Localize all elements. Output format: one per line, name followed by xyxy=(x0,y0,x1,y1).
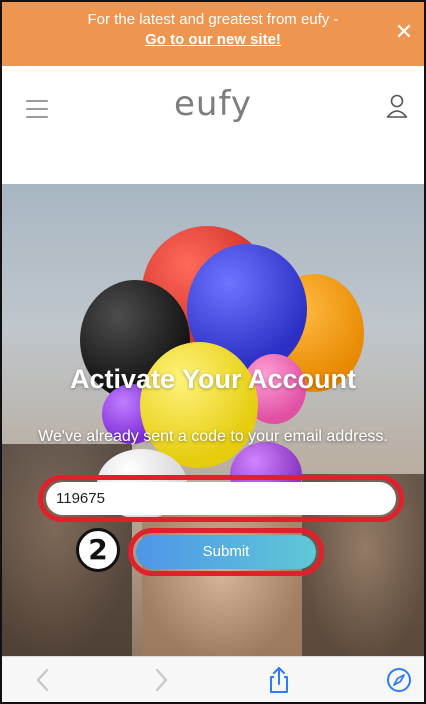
promo-banner: For the latest and greatest from eufy - … xyxy=(2,2,424,66)
forward-arrow-icon[interactable] xyxy=(146,665,176,695)
eufy-logo[interactable]: eufy xyxy=(2,84,424,124)
balloon-yellow xyxy=(140,342,258,468)
verification-code-input[interactable] xyxy=(46,482,396,515)
user-account-icon[interactable] xyxy=(386,94,408,118)
hero-section: Activate Your Account We've already sent… xyxy=(2,184,424,660)
new-site-link[interactable]: Go to our new site! xyxy=(2,30,424,50)
compass-icon[interactable] xyxy=(384,665,414,695)
page-title: Activate Your Account xyxy=(69,364,357,394)
phone-screen: For the latest and greatest from eufy - … xyxy=(0,0,426,704)
close-icon[interactable]: ✕ xyxy=(394,21,414,43)
step-number-badge: 2 xyxy=(76,528,120,572)
submit-button[interactable]: Submit xyxy=(136,535,316,569)
instruction-text: We've already sent a code to your email … xyxy=(38,428,388,445)
back-arrow-icon[interactable] xyxy=(28,665,58,695)
promo-text: For the latest and greatest from eufy - xyxy=(87,11,339,28)
site-header: eufy xyxy=(2,66,424,150)
browser-toolbar xyxy=(2,656,424,702)
share-icon[interactable] xyxy=(264,665,294,695)
header-spacer xyxy=(2,150,424,184)
